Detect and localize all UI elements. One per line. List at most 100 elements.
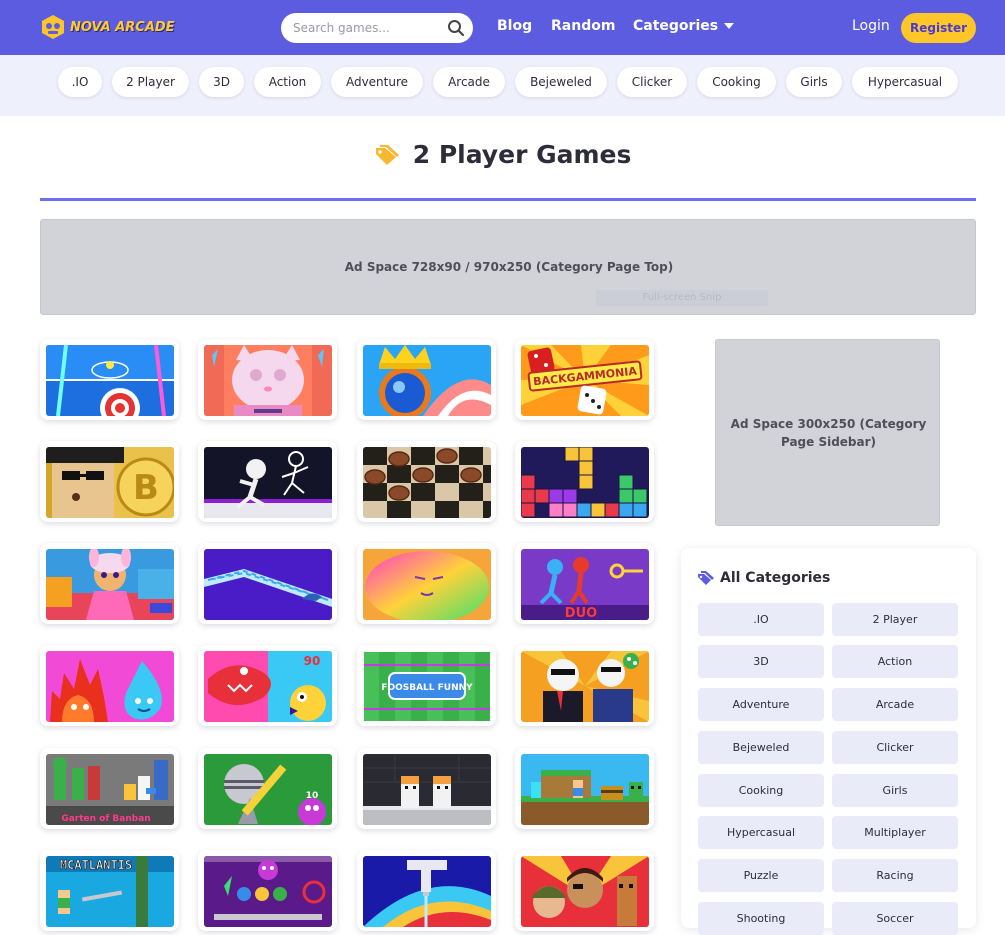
search-icon[interactable]: [447, 19, 465, 37]
sidebar-category-hypercasual[interactable]: Hypercasual: [698, 816, 824, 849]
category-pill-2-player[interactable]: 2 Player: [112, 67, 189, 97]
sidebar-category-arcade[interactable]: Arcade: [832, 688, 958, 721]
block-puzzle-thumbnail: [521, 447, 649, 518]
logo-icon: [42, 15, 64, 39]
game-card[interactable]: [515, 441, 654, 522]
sidebar-category-multiplayer[interactable]: Multiplayer: [832, 816, 958, 849]
category-strip: .IO 2 Player 3D Action Adventure Arcade …: [0, 55, 1005, 116]
ad-sidebar-label: Ad Space 300x250 (Category Page Sidebar): [730, 417, 927, 449]
category-pill-arcade[interactable]: Arcade: [433, 67, 505, 97]
sidebar-category-2-player[interactable]: 2 Player: [832, 603, 958, 636]
sidebar-category-io[interactable]: .IO: [698, 603, 824, 636]
game-card[interactable]: [40, 339, 179, 420]
duo-title: DUO: [565, 606, 597, 620]
sidebar-category-cooking[interactable]: Cooking: [698, 774, 824, 807]
game-card[interactable]: [515, 850, 654, 931]
knight-score-text: 10: [306, 791, 319, 801]
water-tap-thumbnail: [363, 856, 491, 927]
nav-categories-dropdown[interactable]: Categories: [633, 18, 735, 34]
fish-battle-thumbnail: 90: [204, 651, 332, 722]
game-card[interactable]: [40, 645, 179, 726]
tags-icon: [375, 144, 399, 165]
foosball-title: FOOSBALL FUNNY: [381, 683, 473, 693]
logo-text: NOVA ARCADE: [70, 19, 175, 35]
sidebar-category-racing[interactable]: Racing: [832, 859, 958, 892]
ad-banner-top-label: Ad Space 728x90 / 970x250 (Category Page…: [344, 260, 674, 274]
game-card[interactable]: [357, 339, 496, 420]
sidebar-category-girls[interactable]: Girls: [832, 774, 958, 807]
chevron-down-icon: [724, 23, 735, 29]
game-card[interactable]: 90: [198, 645, 337, 726]
page-title: 2 Player Games: [412, 140, 632, 169]
category-pill-hypercasual[interactable]: Hypercasual: [852, 67, 958, 97]
category-pill-bejeweled[interactable]: Bejeweled: [515, 67, 607, 97]
army-heroes-thumbnail: [521, 856, 649, 927]
game-card[interactable]: [357, 748, 496, 829]
knight-sword-thumbnail: 10: [204, 754, 332, 825]
checkers-thumbnail: [363, 447, 491, 518]
mcatlantis-thumbnail: MCATLANTIS: [46, 856, 174, 927]
stickman-run-thumbnail: [204, 447, 332, 518]
search-box: [281, 13, 473, 43]
sidebar-category-clicker[interactable]: Clicker: [832, 731, 958, 764]
game-card[interactable]: 10: [198, 748, 337, 829]
game-card[interactable]: MCATLANTIS: [40, 850, 179, 931]
category-pill-girls[interactable]: Girls: [786, 67, 842, 97]
site-logo[interactable]: NOVA ARCADE: [40, 14, 175, 40]
sidebar-category-adventure[interactable]: Adventure: [698, 688, 824, 721]
banban-title: Garten of Banban: [61, 814, 150, 824]
cat-makeover-thumbnail: [204, 345, 332, 416]
game-card[interactable]: [198, 543, 337, 624]
game-card[interactable]: [357, 441, 496, 522]
game-card[interactable]: [198, 441, 337, 522]
login-link[interactable]: Login: [852, 18, 890, 34]
category-pill-cooking[interactable]: Cooking: [697, 67, 776, 97]
snip-overlay-label: Full-screen Snip: [596, 290, 768, 306]
dab-friends-thumbnail: [521, 651, 649, 722]
game-card[interactable]: [357, 850, 496, 931]
game-card[interactable]: DUO: [515, 543, 654, 624]
category-pill-clicker[interactable]: Clicker: [617, 67, 687, 97]
ad-banner-top: Ad Space 728x90 / 970x250 (Category Page…: [40, 219, 976, 315]
game-card[interactable]: [515, 645, 654, 726]
sidebar-category-puzzle[interactable]: Puzzle: [698, 859, 824, 892]
game-card[interactable]: [198, 339, 337, 420]
sidebar-category-soccer[interactable]: Soccer: [832, 902, 958, 935]
top-navbar: NOVA ARCADE Blog Random Categories Login…: [0, 0, 1005, 55]
sidebar-category-bejeweled[interactable]: Bejeweled: [698, 731, 824, 764]
backgammonia-thumbnail: BACKGAMMONIA: [521, 345, 649, 416]
tags-icon: [698, 571, 714, 585]
fire-water-stick-thumbnail: DUO: [521, 549, 649, 620]
foosball-funny-thumbnail: FOOSBALL FUNNY: [363, 651, 491, 722]
category-pill-action[interactable]: Action: [254, 67, 321, 97]
game-card[interactable]: [198, 850, 337, 931]
sidebar-category-shooting[interactable]: Shooting: [698, 902, 824, 935]
category-pill-adventure[interactable]: Adventure: [331, 67, 423, 97]
shark-ramp-thumbnail: [204, 549, 332, 620]
fire-water-thumbnail: [46, 651, 174, 722]
all-categories-title: All Categories: [720, 570, 831, 586]
game-card[interactable]: FOOSBALL FUNNY: [357, 645, 496, 726]
game-card[interactable]: [515, 748, 654, 829]
game-card[interactable]: B: [40, 441, 179, 522]
doll-room-thumbnail: [46, 549, 174, 620]
game-card[interactable]: Garten of Banban: [40, 748, 179, 829]
category-pill-3d[interactable]: 3D: [199, 67, 244, 97]
register-button[interactable]: Register: [901, 13, 976, 43]
sidebar-category-3d[interactable]: 3D: [698, 645, 824, 678]
fish-score-text: 90: [304, 654, 321, 668]
search-input[interactable]: [293, 13, 443, 43]
game-card[interactable]: BACKGAMMONIA: [515, 339, 654, 420]
page-heading: 2 Player Games: [0, 140, 1005, 180]
category-pill-io[interactable]: .IO: [58, 67, 102, 97]
bitcoin-guy-thumbnail: B: [46, 447, 174, 518]
pixel-treasure-thumbnail: [521, 754, 649, 825]
nav-blog-link[interactable]: Blog: [497, 18, 532, 34]
rainbow-blob-thumbnail: [363, 549, 491, 620]
game-card[interactable]: [357, 543, 496, 624]
ad-sidebar: Ad Space 300x250 (Category Page Sidebar): [715, 339, 940, 526]
all-categories-panel: All Categories .IO 2 Player 3D Action Ad…: [681, 548, 976, 935]
game-card[interactable]: [40, 543, 179, 624]
nav-random-link[interactable]: Random: [551, 18, 615, 34]
sidebar-category-action[interactable]: Action: [832, 645, 958, 678]
